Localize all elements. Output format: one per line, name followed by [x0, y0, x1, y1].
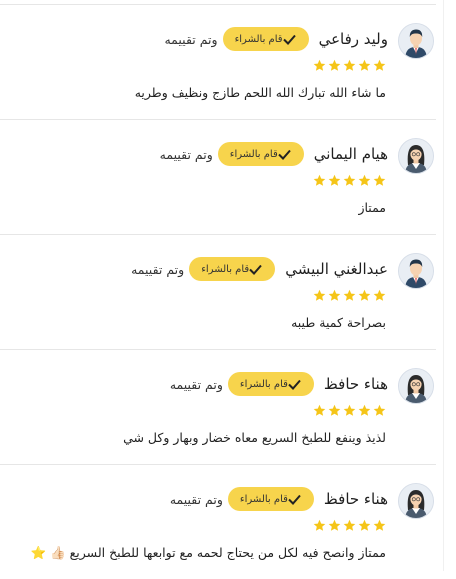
review-text: ما شاء الله تبارك الله اللحم طازج ونظيف … — [134, 85, 386, 100]
star-icon — [313, 172, 326, 191]
star-icon — [358, 57, 371, 76]
star-icon — [343, 57, 356, 76]
reviewer-name: وليد رفاعي — [318, 30, 388, 48]
check-icon — [282, 34, 296, 45]
rated-label: وتم تقييمه — [164, 31, 218, 47]
reviewer-name: هناء حافظ — [323, 375, 388, 393]
review-item: وليد رفاعي قام بالشراء وتم تقييمه ما شاء… — [0, 5, 436, 120]
star-icon — [328, 517, 341, 536]
review-header: وليد رفاعي قام بالشراء وتم تقييمه — [164, 25, 388, 53]
check-icon — [249, 264, 262, 275]
star-icon — [313, 517, 326, 536]
review-item: هناء حافظ قام بالشراء وتم تقييمه ممتاز و… — [0, 465, 436, 579]
purchased-badge-label: قام بالشراء — [239, 378, 288, 390]
review-item: هناء حافظ قام بالشراء وتم تقييمه لذيذ وي… — [0, 350, 436, 465]
check-icon — [288, 379, 301, 390]
rated-label: وتم تقييمه — [169, 376, 223, 392]
star-icon — [373, 57, 386, 76]
reviewer-name: هيام اليماني — [313, 145, 388, 163]
review-header: هيام اليماني قام بالشراء وتم تقييمه — [160, 140, 388, 168]
star-icon — [343, 402, 356, 421]
star-rating — [313, 287, 386, 306]
purchased-badge: قام بالشراء — [222, 27, 309, 51]
check-icon — [278, 149, 291, 160]
star-icon — [313, 287, 326, 306]
star-icon — [328, 57, 341, 76]
star-icon — [328, 287, 341, 306]
star-icon — [373, 517, 386, 536]
star-icon — [358, 517, 371, 536]
review-header: هناء حافظ قام بالشراء وتم تقييمه — [170, 370, 388, 398]
star-icon — [358, 287, 371, 306]
star-icon — [343, 517, 356, 536]
star-rating — [313, 57, 386, 76]
purchased-badge: قام بالشراء — [189, 257, 276, 281]
star-icon — [373, 402, 386, 421]
star-icon — [343, 287, 356, 306]
purchased-badge-label: قام بالشراء — [234, 33, 283, 45]
star-icon — [373, 287, 386, 306]
star-icon — [358, 402, 371, 421]
rated-label: وتم تقييمه — [169, 491, 223, 507]
review-item: هيام اليماني قام بالشراء وتم تقييمه ممتا… — [0, 120, 436, 235]
review-header: هناء حافظ قام بالشراء وتم تقييمه — [170, 485, 388, 513]
star-rating — [313, 402, 386, 421]
purchased-badge-label: قام بالشراء — [229, 148, 278, 160]
star-rating — [313, 517, 386, 536]
star-icon — [313, 402, 326, 421]
star-icon — [358, 172, 371, 191]
star-icon — [343, 172, 356, 191]
star-icon — [328, 402, 341, 421]
star-icon — [313, 57, 326, 76]
review-text: بصراحة كمية طيبه — [291, 315, 386, 330]
purchased-badge-label: قام بالشراء — [201, 263, 250, 275]
review-item: عبدالغني البيشي قام بالشراء وتم تقييمه ب… — [0, 235, 436, 350]
star-icon — [328, 172, 341, 191]
reviewer-name: هناء حافظ — [323, 490, 388, 508]
review-text: ممتاز — [358, 200, 386, 215]
star-rating — [313, 172, 386, 191]
rated-label: وتم تقييمه — [131, 261, 185, 277]
male-avatar-icon — [398, 253, 434, 289]
rated-label: وتم تقييمه — [159, 146, 213, 162]
scrollbar-track — [443, 0, 444, 571]
purchased-badge: قام بالشراء — [217, 142, 304, 166]
review-header: عبدالغني البيشي قام بالشراء وتم تقييمه — [131, 255, 388, 283]
female-avatar-icon — [398, 138, 434, 174]
review-text: لذيذ وينفع للطبخ السريع معاه خضار وبهار … — [123, 430, 386, 445]
purchased-badge: قام بالشراء — [227, 372, 314, 396]
female-avatar-icon — [398, 368, 434, 404]
star-icon — [373, 172, 386, 191]
reviewer-name: عبدالغني البيشي — [285, 260, 388, 278]
review-text: ممتاز وانصح فيه لكل من يحتاج لحمه مع توا… — [30, 545, 386, 560]
female-avatar-icon — [398, 483, 434, 519]
check-icon — [288, 494, 301, 505]
male-avatar-icon — [398, 23, 434, 59]
purchased-badge: قام بالشراء — [227, 487, 314, 511]
purchased-badge-label: قام بالشراء — [239, 493, 288, 505]
